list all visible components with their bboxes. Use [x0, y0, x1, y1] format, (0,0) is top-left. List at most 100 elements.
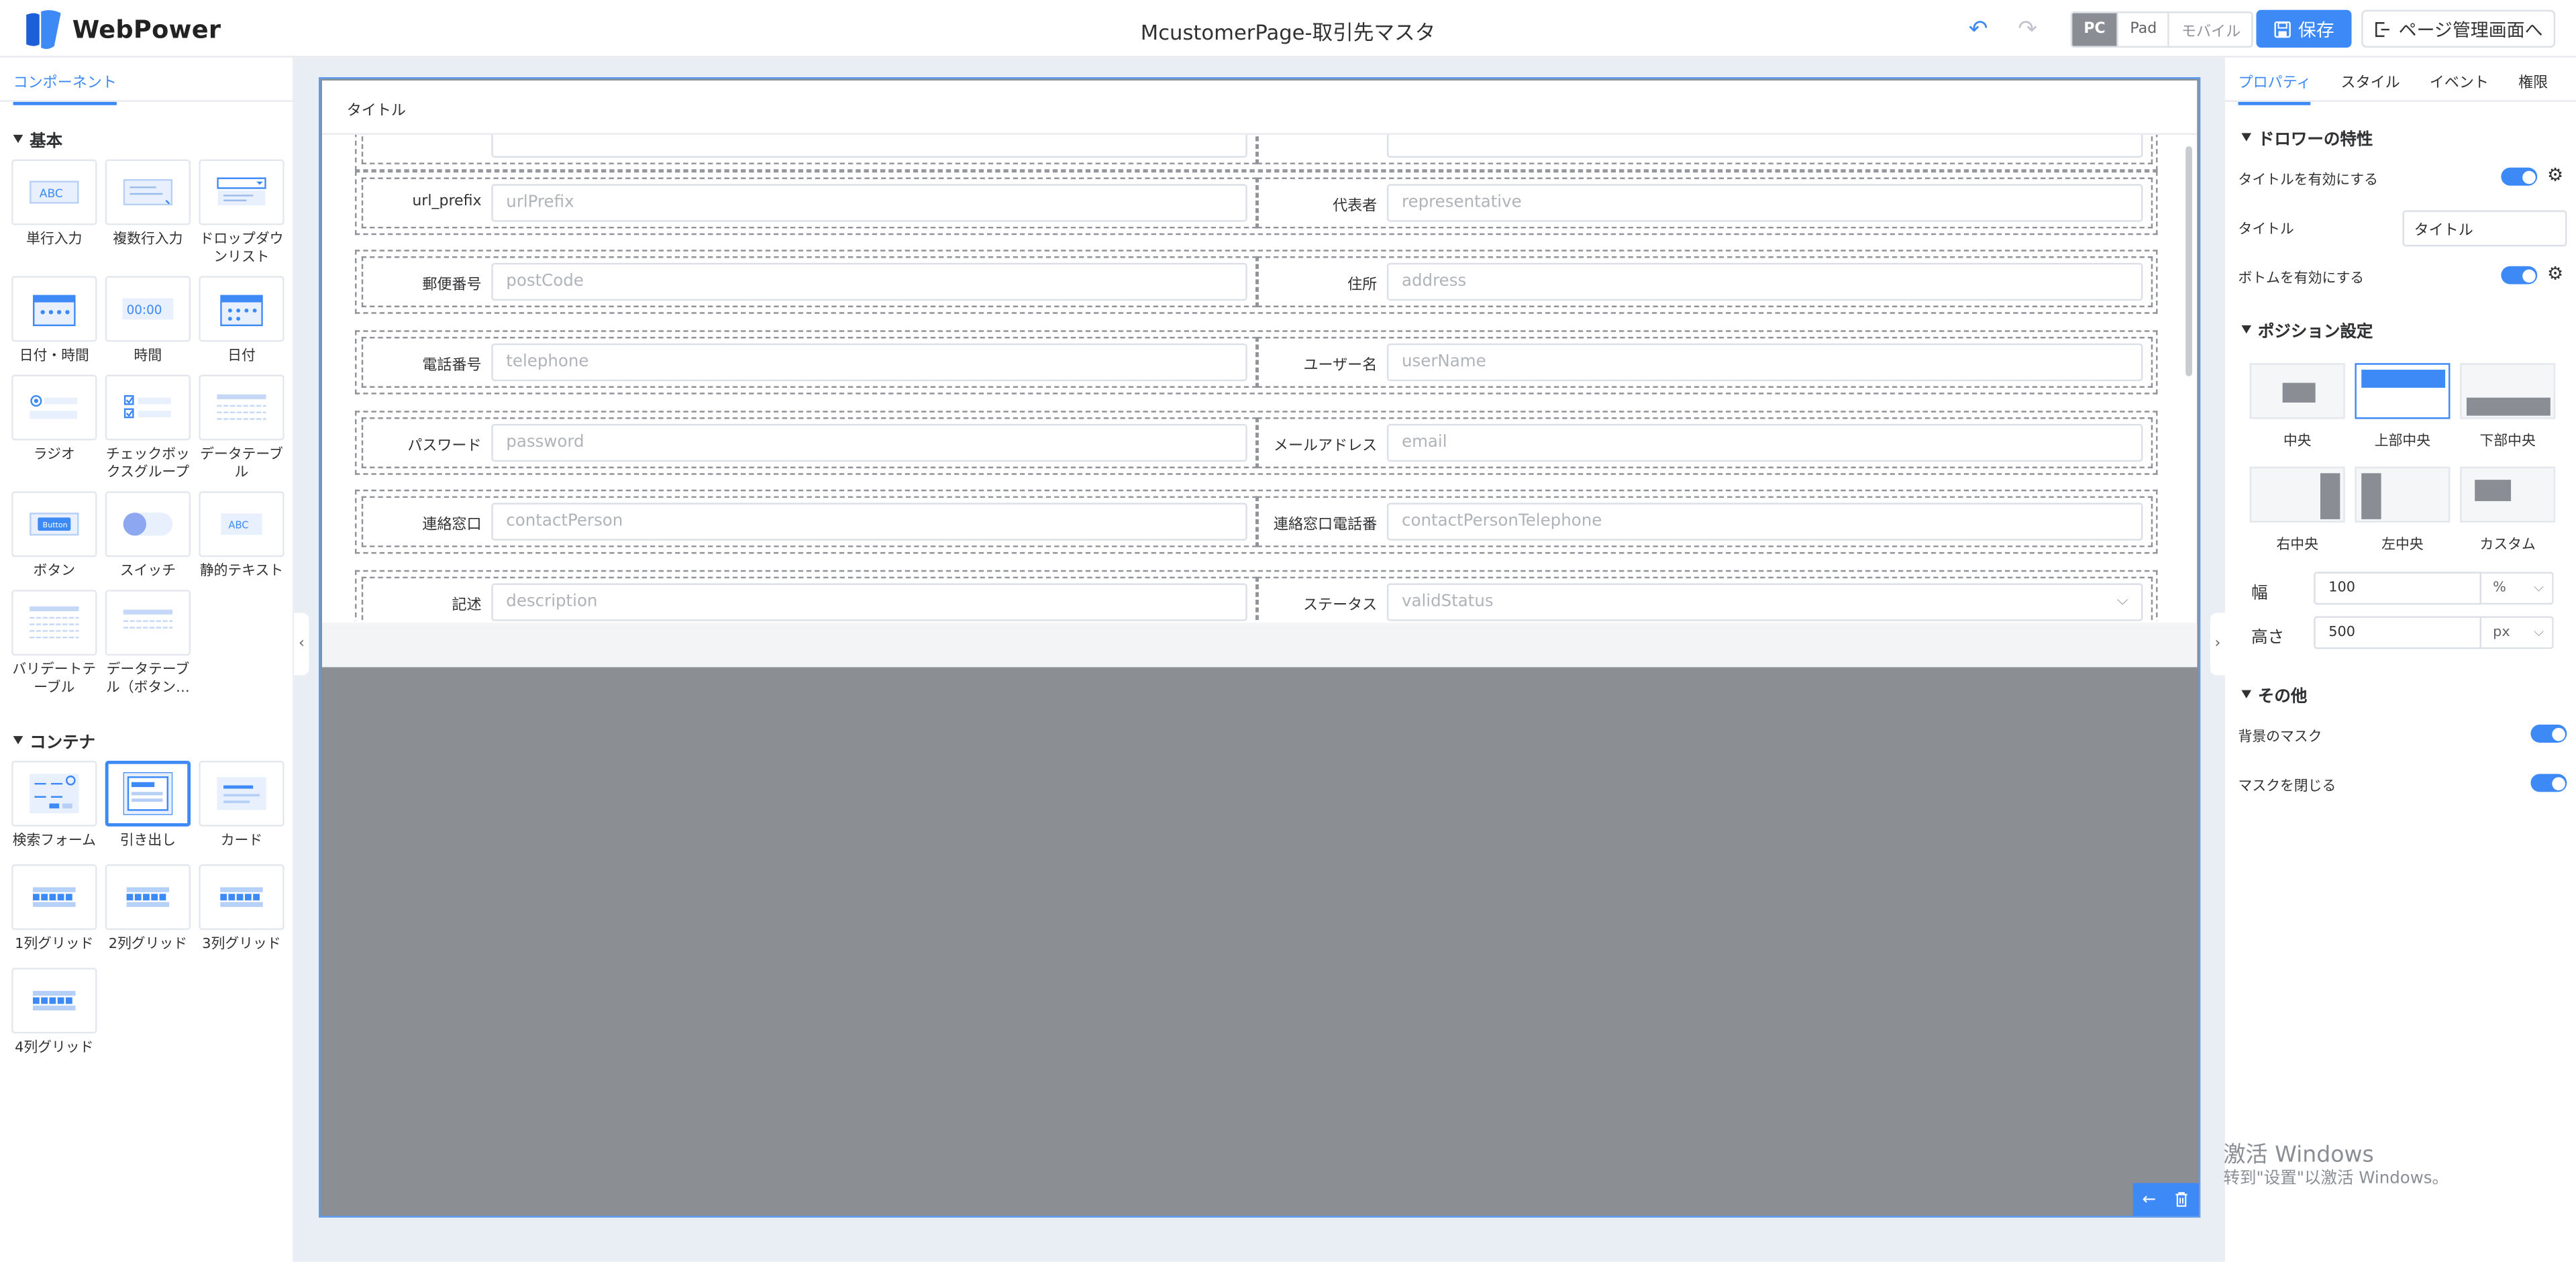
- component-card[interactable]: カード: [199, 760, 285, 851]
- field-label: 電話番号: [422, 358, 482, 375]
- form-field[interactable]: 住所 address: [1257, 256, 2153, 307]
- device-mobile-button[interactable]: モバイル: [2169, 13, 2253, 46]
- height-input[interactable]: 500: [2314, 616, 2481, 649]
- caret-down-icon: [2241, 690, 2252, 698]
- save-button[interactable]: 保存: [2256, 9, 2352, 48]
- field-input[interactable]: postCode: [491, 262, 1247, 301]
- form-field[interactable]: 連絡窓口電話番 contactPersonTelephone: [1257, 496, 2153, 547]
- device-pc-button[interactable]: PC: [2072, 13, 2119, 46]
- field-placeholder: validStatus: [1401, 593, 1494, 612]
- component-datetime[interactable]: 日付・時間: [11, 276, 97, 366]
- position-center[interactable]: 中央: [2249, 363, 2345, 457]
- enable-bottom-toggle[interactable]: [2501, 266, 2538, 284]
- form-field[interactable]: 電話番号 telephone: [361, 337, 1257, 388]
- position-right-center[interactable]: 右中央: [2249, 466, 2345, 561]
- title-settings-gear-icon[interactable]: ⚙: [2547, 164, 2563, 186]
- section-other-title: その他: [2257, 688, 2308, 707]
- form-field[interactable]: ステータス validStatus ⌵: [1257, 576, 2153, 621]
- position-bottom-preview: [2466, 397, 2551, 416]
- device-pad-button[interactable]: Pad: [2118, 13, 2170, 46]
- field-input[interactable]: description: [491, 583, 1247, 621]
- field-select[interactable]: validStatus ⌵: [1386, 583, 2143, 621]
- form-field[interactable]: パスワード password: [361, 417, 1257, 468]
- page-management-button[interactable]: ページ管理画面へ: [2361, 9, 2556, 48]
- height-unit-select[interactable]: px ⌵: [2481, 616, 2554, 649]
- field-placeholder: contactPersonTelephone: [1401, 513, 1602, 531]
- field-input[interactable]: email: [1386, 423, 2143, 462]
- form-field[interactable]: url_prefix urlPrefix: [361, 177, 1257, 229]
- field-input[interactable]: userName: [1386, 343, 2143, 382]
- arrow-left-icon[interactable]: ←: [2143, 1190, 2157, 1208]
- section-other[interactable]: その他: [2241, 682, 2307, 706]
- drawer-component-selected[interactable]: タイトル url_prefix urlPrefix 代表者 representativ…: [319, 77, 2201, 1218]
- enable-title-toggle[interactable]: [2501, 167, 2538, 186]
- trash-icon[interactable]: [2175, 1192, 2189, 1208]
- field-input[interactable]: representative: [1386, 184, 2143, 222]
- field-input[interactable]: [491, 134, 1247, 158]
- field-input[interactable]: address: [1386, 262, 2143, 301]
- component-data-table-button[interactable]: データテーブル（ボタン…: [105, 590, 191, 698]
- component-single-input[interactable]: ABC 単行入力: [11, 159, 97, 268]
- component-dropdown[interactable]: ドロップダウンリスト: [199, 159, 285, 268]
- form-field[interactable]: ユーザー名 userName: [1257, 337, 2153, 388]
- component-grid-2col[interactable]: 2列グリッド: [105, 864, 191, 955]
- form-field[interactable]: [361, 134, 1257, 164]
- drawer-scrollbar[interactable]: [2185, 146, 2192, 376]
- width-input[interactable]: 100: [2314, 572, 2481, 605]
- title-input[interactable]: タイトル: [2402, 210, 2567, 247]
- position-right-preview: [2320, 473, 2340, 519]
- field-label: 連絡窓口電話番: [1273, 517, 1378, 534]
- position-bottom-center[interactable]: 下部中央: [2460, 363, 2556, 457]
- form-row: url_prefix urlPrefix 代表者 representative: [354, 170, 2158, 235]
- undo-icon[interactable]: ↶: [1969, 16, 1988, 42]
- redo-icon[interactable]: ↷: [2018, 16, 2037, 42]
- form-field[interactable]: メールアドレス email: [1257, 417, 2153, 468]
- table-icon: [217, 394, 266, 420]
- component-button[interactable]: Button ボタン: [11, 491, 97, 582]
- width-unit-select[interactable]: % ⌵: [2481, 572, 2554, 605]
- field-input[interactable]: urlPrefix: [491, 184, 1247, 222]
- component-grid-1col[interactable]: 1列グリッド: [11, 864, 97, 955]
- component-switch[interactable]: スイッチ: [105, 491, 191, 582]
- position-top-center[interactable]: 上部中央: [2355, 363, 2451, 457]
- field-input[interactable]: contactPersonTelephone: [1386, 503, 2143, 541]
- section-position[interactable]: ポジション設定: [2241, 317, 2373, 341]
- component-search-form[interactable]: 検索フォーム: [11, 760, 97, 851]
- form-field[interactable]: 連絡窓口 contactPerson: [361, 496, 1257, 547]
- bg-mask-toggle[interactable]: [2530, 725, 2567, 743]
- component-grid-3col[interactable]: 3列グリッド: [199, 864, 285, 955]
- chevron-down-icon: ⌵: [2534, 624, 2544, 639]
- property-tabs-divider: [2224, 100, 2576, 102]
- field-input[interactable]: contactPerson: [491, 503, 1247, 541]
- section-basic[interactable]: 基本: [13, 127, 62, 151]
- form-field[interactable]: [1257, 134, 2153, 164]
- component-validate-table[interactable]: バリデートテーブル: [11, 590, 97, 698]
- form-field[interactable]: 代表者 representative: [1257, 177, 2153, 229]
- component-checkbox-group[interactable]: チェックボックスグループ: [105, 374, 191, 483]
- field-input[interactable]: [1386, 134, 2143, 158]
- bottom-settings-gear-icon[interactable]: ⚙: [2547, 263, 2563, 284]
- position-left-center[interactable]: 左中央: [2355, 466, 2451, 561]
- component-grid-4col[interactable]: 4列グリッド: [11, 967, 97, 1058]
- field-input[interactable]: password: [491, 423, 1247, 462]
- component-multi-input[interactable]: 複数行入力: [105, 159, 191, 268]
- form-field[interactable]: 記述 description: [361, 576, 1257, 621]
- table-button-icon: [123, 609, 173, 629]
- field-placeholder: password: [506, 433, 584, 452]
- component-date[interactable]: 日付: [199, 276, 285, 366]
- collapse-right-panel-button[interactable]: ›: [2210, 613, 2225, 676]
- component-time[interactable]: 00:00 時間: [105, 276, 191, 366]
- drawer-title: タイトル: [346, 103, 406, 120]
- position-custom[interactable]: カスタム: [2460, 466, 2556, 561]
- section-drawer-props[interactable]: ドロワーの特性: [2241, 125, 2373, 150]
- component-radio[interactable]: ラジオ: [11, 374, 97, 483]
- section-container[interactable]: コンテナ: [13, 728, 95, 753]
- component-drawer[interactable]: 引き出し: [105, 760, 191, 851]
- close-mask-toggle[interactable]: [2530, 774, 2567, 792]
- form-field[interactable]: 郵便番号 postCode: [361, 256, 1257, 307]
- component-static-text[interactable]: ABC 静的テキスト: [199, 491, 285, 582]
- form-row: 連絡窓口 contactPerson 連絡窓口電話番 contactPersonTel…: [354, 489, 2158, 554]
- collapse-left-panel-button[interactable]: ‹: [294, 613, 309, 676]
- field-input[interactable]: telephone: [491, 343, 1247, 382]
- component-data-table[interactable]: データテーブル: [199, 374, 285, 483]
